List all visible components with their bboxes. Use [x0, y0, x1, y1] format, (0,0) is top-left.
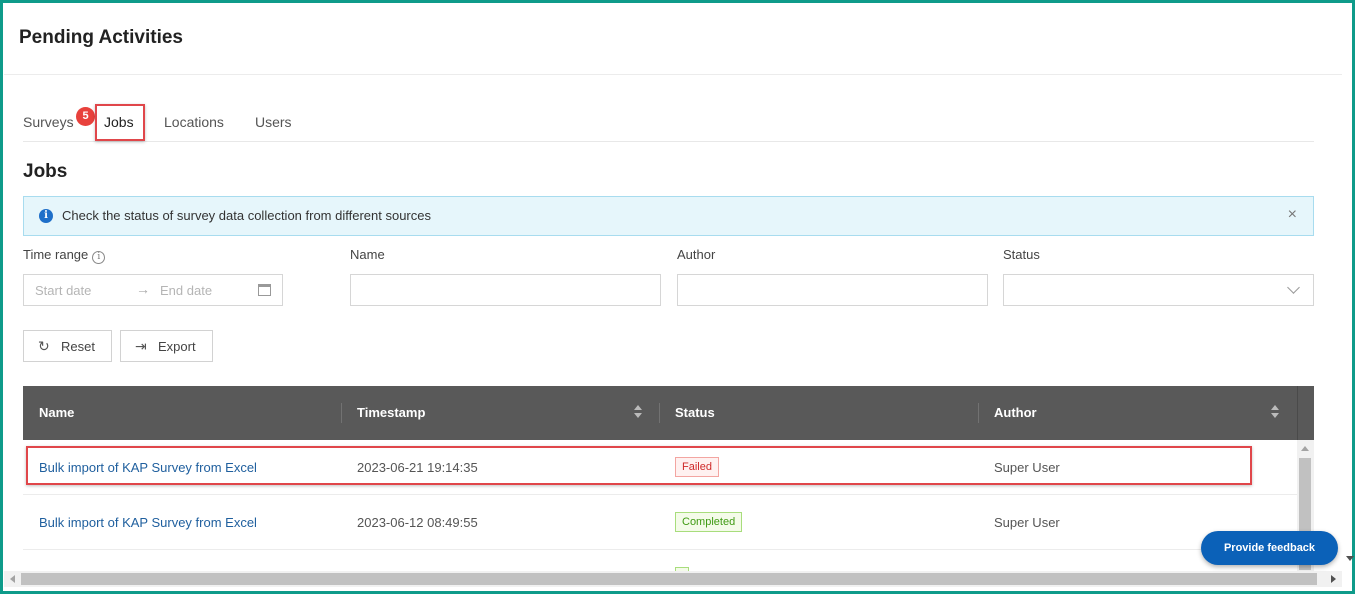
start-date-input[interactable]: Start date — [35, 283, 91, 298]
time-range-label-text: Time range — [23, 247, 89, 262]
reset-button-label: Reset — [61, 339, 95, 354]
author-label: Author — [677, 247, 716, 262]
table-header: Name Timestamp Status Author — [23, 386, 1314, 440]
scrollbar-thumb[interactable] — [21, 573, 1317, 585]
help-icon[interactable]: i — [92, 251, 106, 264]
sort-icon[interactable] — [634, 405, 642, 419]
header-gutter — [1297, 386, 1314, 440]
row-highlight — [26, 446, 1252, 485]
export-icon: ⇥ — [135, 338, 147, 354]
tab-surveys[interactable]: Surveys — [23, 114, 74, 130]
table-row[interactable] — [23, 550, 1297, 571]
jobs-tab-highlight — [95, 104, 145, 141]
provide-feedback-button[interactable]: Provide feedback — [1201, 531, 1338, 565]
section-title: Jobs — [23, 161, 68, 182]
alert-text: Check the status of survey data collecti… — [62, 208, 431, 223]
job-timestamp: 2023-06-12 08:49:55 — [357, 515, 478, 530]
tab-users[interactable]: Users — [255, 114, 292, 130]
table-row[interactable]: Bulk import of KAP Survey from Excel 202… — [23, 495, 1297, 550]
close-icon[interactable]: × — [1288, 206, 1297, 224]
reload-icon: ↻ — [38, 338, 50, 354]
column-header-timestamp[interactable]: Timestamp — [357, 405, 425, 420]
calendar-icon[interactable] — [258, 284, 271, 296]
column-separator — [341, 403, 342, 423]
chevron-down-icon — [1287, 281, 1300, 294]
name-label: Name — [350, 247, 385, 262]
export-button-label: Export — [158, 339, 196, 354]
tab-locations[interactable]: Locations — [164, 114, 224, 130]
column-header-author[interactable]: Author — [994, 405, 1037, 420]
scroll-right-icon[interactable] — [1331, 575, 1336, 583]
job-author: Super User — [994, 515, 1060, 530]
page-title: Pending Activities — [19, 27, 183, 48]
reset-button[interactable]: ↻ Reset — [23, 330, 112, 362]
tab-bar: Surveys Jobs Locations Users — [23, 112, 1314, 142]
column-header-status[interactable]: Status — [675, 405, 715, 420]
status-label: Status — [1003, 247, 1040, 262]
scroll-left-icon[interactable] — [10, 575, 15, 583]
date-range-picker[interactable]: Start date → End date — [23, 274, 283, 306]
column-separator — [978, 403, 979, 423]
author-input[interactable] — [677, 274, 988, 306]
name-input[interactable] — [350, 274, 661, 306]
divider — [4, 74, 1342, 75]
job-name-link[interactable]: Bulk import of KAP Survey from Excel — [39, 515, 257, 530]
status-select[interactable] — [1003, 274, 1314, 306]
info-alert: i Check the status of survey data collec… — [23, 196, 1314, 236]
column-header-name[interactable]: Name — [39, 405, 74, 420]
column-separator — [659, 403, 660, 423]
end-date-input[interactable]: End date — [160, 283, 212, 298]
scroll-up-icon[interactable] — [1301, 446, 1309, 451]
export-button[interactable]: ⇥ Export — [120, 330, 213, 362]
horizontal-scrollbar[interactable] — [4, 571, 1342, 587]
arrow-right-icon: → — [136, 281, 150, 297]
scroll-down-icon[interactable] — [1346, 556, 1354, 561]
status-badge: Completed — [675, 512, 743, 532]
info-icon: i — [39, 209, 53, 223]
notification-badge: 5 — [76, 107, 95, 126]
time-range-label: Time range i — [23, 247, 106, 264]
sort-icon[interactable] — [1271, 405, 1279, 419]
